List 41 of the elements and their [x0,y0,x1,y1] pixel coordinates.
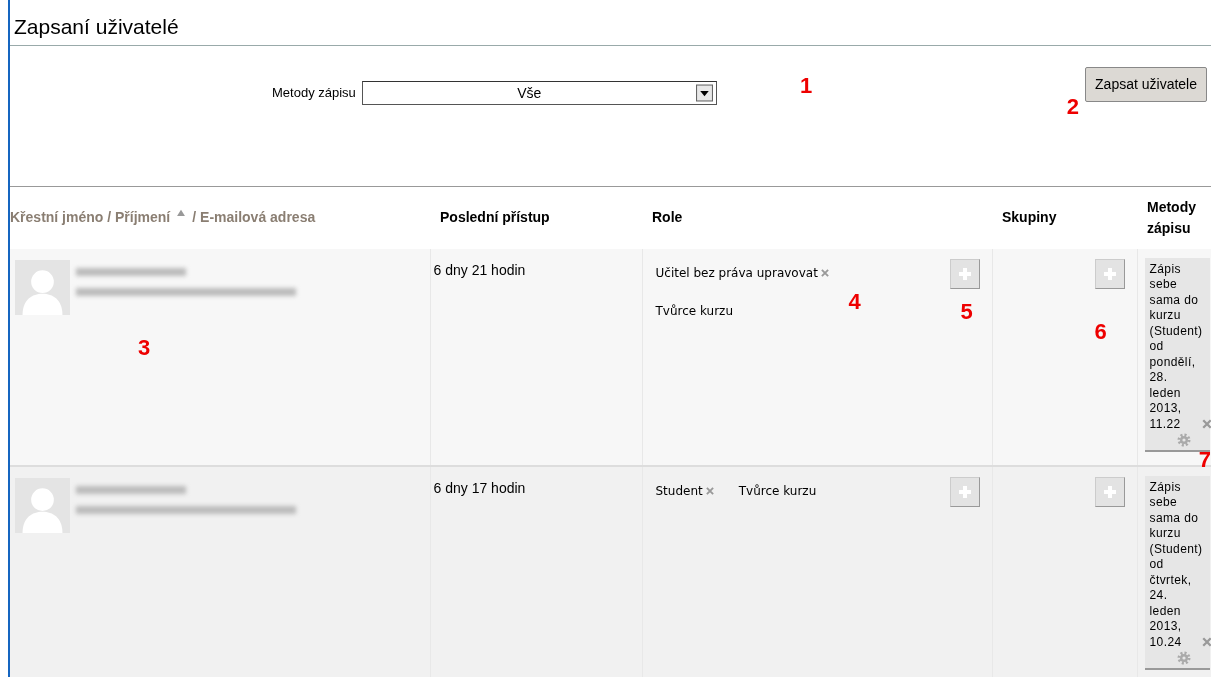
enrolment-method-text: Zápis sebe sama do kurzu (Student) od čtvrtek, 24. leden 2013, 10.24 [1149,479,1200,651]
role-label: Student [655,482,703,500]
add-group-button[interactable] [1094,476,1125,507]
annotation-number: 7 [1198,448,1211,471]
column-header: Role [642,186,992,249]
plus-icon [1101,265,1118,282]
column-header: Metody zápisu [1137,186,1211,249]
last-access-text: 6 dny 17 hodin [432,478,527,498]
remove-icon[interactable] [1200,418,1211,431]
remove-icon[interactable] [704,485,715,496]
sort-link[interactable]: / E-mailová adresa [192,209,316,226]
settings-icon[interactable] [1176,650,1192,667]
annotation-number: 2 [1066,96,1079,119]
role-label: Učitel bez práva upravovat [655,264,818,282]
avatar-icon [15,477,70,533]
plus-icon [956,265,973,282]
annotation-number: 1 [800,75,813,98]
last-access-text: 6 dny 21 hodin [432,260,527,280]
filter-label: Metody zápisu [272,84,356,103]
add-role-button[interactable] [949,258,980,289]
plus-icon [1101,483,1118,500]
column-header: Skupiny [992,186,1137,249]
enrol-users-button[interactable]: Zapsat uživatele [1085,67,1207,103]
enrolment-method-text: Zápis sebe sama do kurzu (Student) od pondělí, 28. leden 2013, 11.22 [1149,261,1200,433]
sort-link[interactable]: Křestní jméno / Příjmení [10,209,171,226]
page-title: Zapsaní uživatelé [10,0,1211,47]
remove-icon[interactable] [1200,636,1211,649]
remove-icon[interactable] [819,267,830,278]
role-label: Tvůrce kurzu [738,482,817,500]
add-role-button[interactable] [949,476,980,507]
annotation-number: 3 [138,336,151,359]
plus-icon [956,483,973,500]
enrol-method-select[interactable]: Vše [361,81,717,106]
annotation-number: 4 [848,290,861,313]
role-label: Tvůrce kurzu [655,302,734,320]
settings-icon[interactable] [1176,432,1192,449]
add-group-button[interactable] [1094,258,1125,289]
annotation-number: 6 [1094,320,1107,343]
avatar-icon [15,259,70,315]
annotation-number: 5 [960,300,973,323]
column-header: Poslední přístup [430,186,642,249]
